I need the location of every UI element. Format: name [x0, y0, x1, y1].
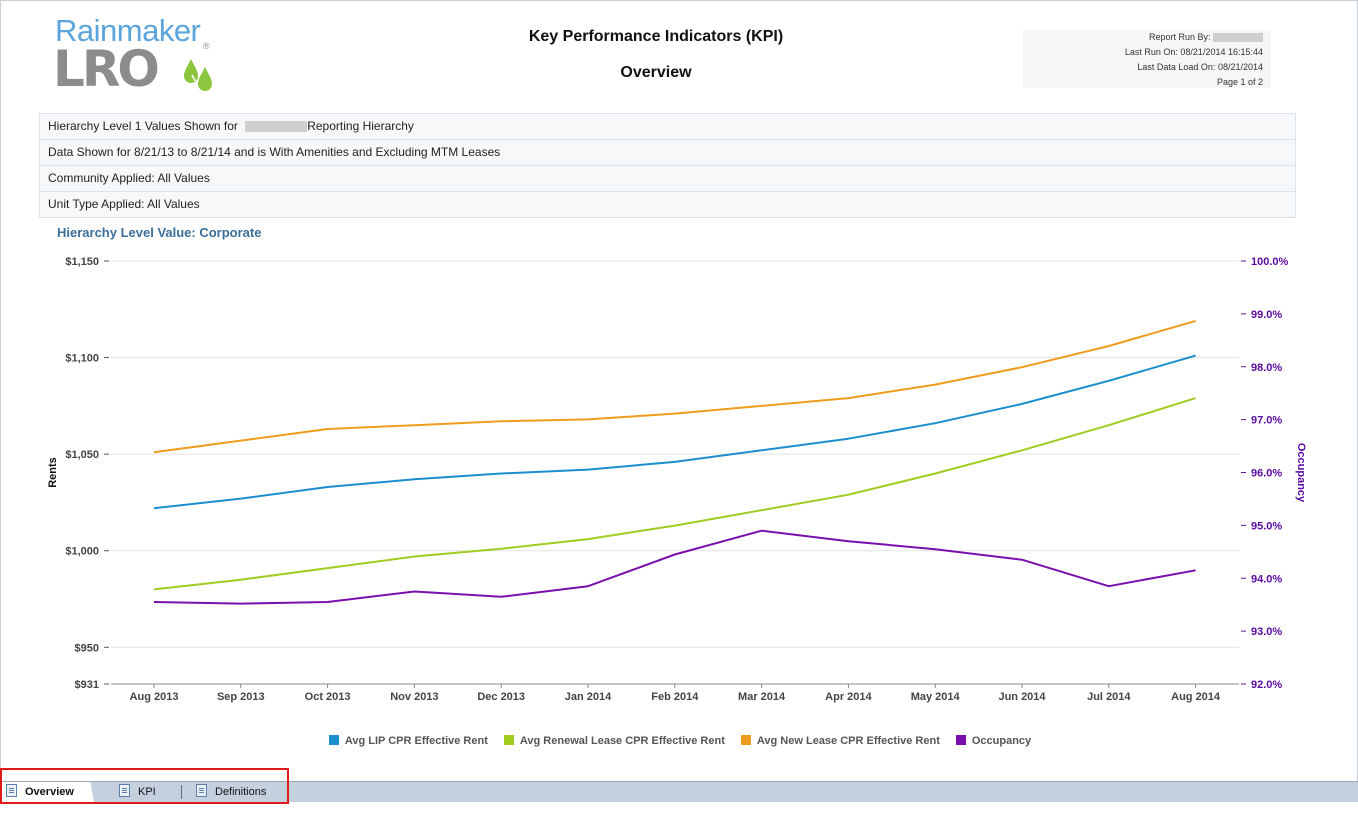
- y-tick-label: $1,050: [65, 449, 99, 461]
- series-line-occupancy: [153, 529, 1196, 605]
- x-tick-label: Dec 2013: [477, 691, 525, 703]
- series-line-avg-renewal-lease-cpr-effective-rent: [153, 397, 1196, 591]
- legend-label: Occupancy: [971, 735, 1032, 747]
- x-tick-label: Jul 2014: [1087, 691, 1131, 703]
- x-tick-label: Mar 2014: [738, 691, 786, 703]
- y2-tick-label: 93.0%: [1251, 626, 1282, 638]
- report-run-by-label: Report Run By:: [1148, 32, 1211, 42]
- x-tick-label: Apr 2014: [825, 691, 872, 703]
- x-tick-label: Oct 2013: [305, 691, 351, 703]
- kpi-line-chart: $931 $950 $1,000 $1,050 $1,100 $1,150 92.0% 93.…: [47, 256, 1307, 703]
- y2-tick-label: 97.0%: [1251, 415, 1282, 427]
- legend-item: Avg LIP CPR Effective Rent: [328, 735, 488, 747]
- y2-tick-label: 92.0%: [1251, 679, 1282, 691]
- y2-tick-label: 94.0%: [1251, 573, 1282, 585]
- y2-tick-label: 98.0%: [1251, 362, 1282, 374]
- series-line-avg-new-lease-cpr-effective-rent: [153, 319, 1196, 454]
- y2-tick-label: 96.0%: [1251, 468, 1282, 480]
- last-data-load: Last Data Load On: 08/21/2014: [1137, 62, 1263, 72]
- x-tick-label: Feb 2014: [651, 691, 699, 703]
- param-unit-type: Unit Type Applied: All Values: [48, 197, 200, 211]
- y-tick-label: $1,100: [65, 353, 99, 365]
- x-tick-label: Aug 2013: [130, 691, 179, 703]
- y-axis-title: Rents: [47, 457, 59, 488]
- y2-tick-label: 95.0%: [1251, 520, 1282, 532]
- param-hierarchy-suffix: Reporting Hierarchy: [307, 119, 414, 133]
- redacted-hierarchy-name: [245, 121, 308, 133]
- last-run-on: Last Run On: 08/21/2014 16:15:44: [1124, 47, 1263, 57]
- x-tick-label: Sep 2013: [217, 691, 265, 703]
- legend-item: Avg Renewal Lease CPR Effective Rent: [503, 735, 725, 747]
- param-data-shown: Data Shown for 8/21/13 to 8/21/14 and is…: [40, 140, 1295, 166]
- x-tick-label: Jun 2014: [998, 691, 1046, 703]
- legend-swatch: [328, 735, 339, 745]
- hierarchy-level-value: Hierarchy Level Value: Corporate: [57, 225, 262, 240]
- param-hierarchy: Hierarchy Level 1 Values Shown for Repor…: [40, 114, 1295, 140]
- param-hierarchy-prefix: Hierarchy Level 1 Values Shown for: [48, 119, 238, 133]
- legend-swatch: [503, 735, 514, 745]
- legend-label: Avg New Lease CPR Effective Rent: [756, 735, 940, 747]
- y-tick-label: $950: [75, 642, 99, 654]
- legend-swatch: [955, 735, 966, 745]
- y-tick-label: $931: [75, 679, 99, 691]
- param-community: Community Applied: All Values: [40, 166, 1295, 192]
- run-info-box: Report Run By: Last Run On: 08/21/2014 1…: [1023, 30, 1271, 88]
- y-tick-label: $1,150: [65, 256, 99, 268]
- x-tick-label: May 2014: [911, 691, 961, 703]
- page-number: Page 1 of 2: [1216, 77, 1263, 87]
- report-run-by: Report Run By:: [1148, 32, 1263, 43]
- y2-tick-label: 100.0%: [1251, 256, 1289, 268]
- y2-tick-label: 99.0%: [1251, 309, 1282, 321]
- y2-axis-title: Occupancy: [1295, 443, 1307, 503]
- legend-item: Occupancy: [955, 735, 1032, 747]
- report-frame: Rainmaker LRO ® Key Performance Indicato…: [0, 0, 1358, 781]
- redacted-user: [1213, 33, 1263, 43]
- report-parameters: Hierarchy Level 1 Values Shown for Repor…: [39, 113, 1296, 218]
- legend-item: Avg New Lease CPR Effective Rent: [740, 735, 940, 747]
- tab-highlight-box: [0, 768, 289, 804]
- chart-legend: Avg LIP CPR Effective Rent Avg Renewal Le…: [1, 735, 1358, 747]
- legend-label: Avg Renewal Lease CPR Effective Rent: [519, 735, 725, 747]
- x-tick-label: Nov 2013: [390, 691, 438, 703]
- legend-swatch: [740, 735, 751, 745]
- legend-label: Avg LIP CPR Effective Rent: [344, 735, 488, 747]
- x-tick-label: Aug 2014: [1171, 691, 1221, 703]
- x-tick-label: Jan 2014: [565, 691, 612, 703]
- y-tick-label: $1,000: [65, 546, 99, 558]
